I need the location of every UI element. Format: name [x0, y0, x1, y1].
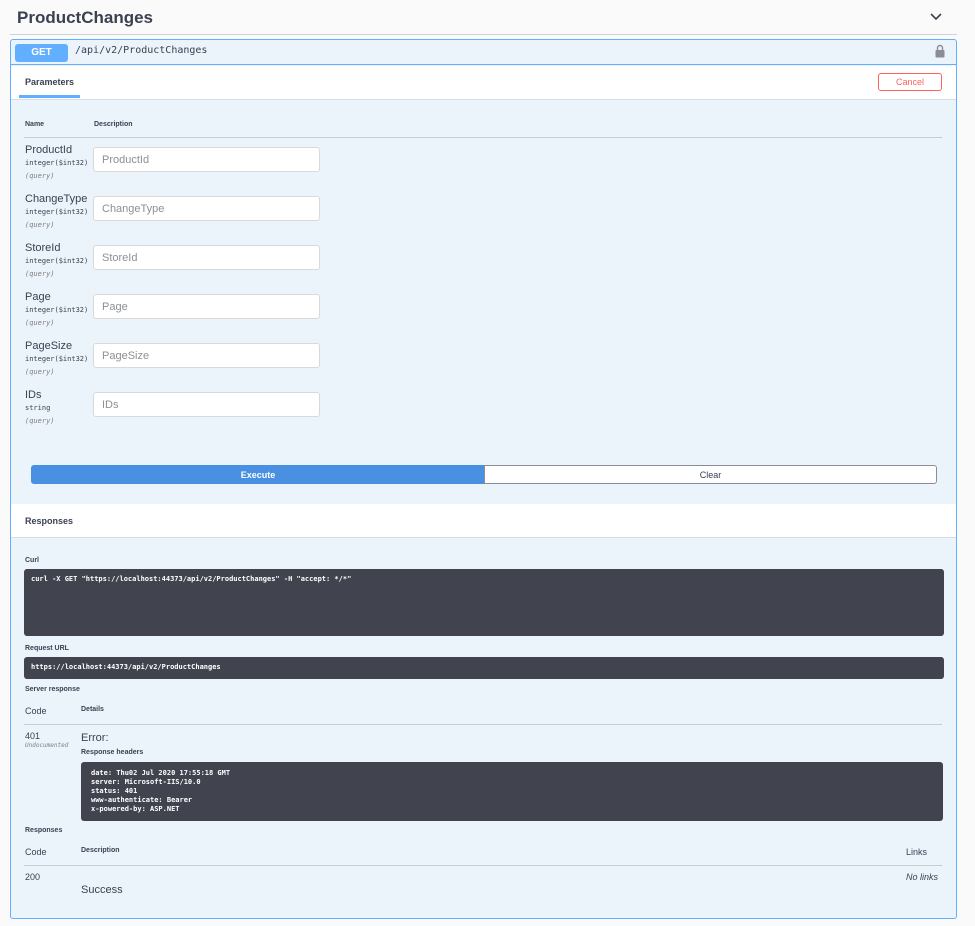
- cancel-button[interactable]: Cancel: [878, 73, 942, 91]
- column-header-name: Name: [25, 121, 45, 128]
- lock-icon[interactable]: [935, 44, 945, 58]
- documented-responses-label: Responses: [25, 827, 63, 834]
- column-header-code: Code: [25, 706, 47, 716]
- param-name: ProductId: [25, 144, 73, 156]
- server-response-label: Server response: [25, 686, 80, 693]
- execute-button[interactable]: Execute: [31, 465, 485, 484]
- tab-parameters[interactable]: Parameters: [25, 77, 74, 87]
- operation-summary[interactable]: GET /api/v2/ProductChanges: [11, 40, 956, 65]
- page-input[interactable]: [93, 294, 320, 319]
- tag-header[interactable]: ProductChanges: [10, 0, 957, 35]
- param-location: (query): [25, 270, 55, 278]
- column-header-details: Details: [81, 706, 104, 713]
- no-links-text: No links: [906, 872, 939, 882]
- curl-label: Curl: [25, 557, 39, 564]
- clear-button[interactable]: Clear: [484, 465, 937, 484]
- column-header-description: Description: [94, 121, 133, 128]
- column-header-description: Description: [81, 847, 120, 854]
- curl-code-block[interactable]: curl -X GET "https://localhost:44373/api…: [24, 569, 944, 636]
- column-header-links: Links: [906, 847, 928, 857]
- server-response-divider: [24, 724, 942, 725]
- param-location: (query): [25, 221, 55, 229]
- tag-title: ProductChanges: [17, 8, 154, 27]
- param-name: Page: [25, 291, 51, 303]
- ids-input[interactable]: [93, 392, 320, 417]
- undocumented-label: Undocumented: [25, 742, 69, 749]
- param-location: (query): [25, 172, 55, 180]
- productid-input[interactable]: [93, 147, 320, 172]
- request-url-block[interactable]: https://localhost:44373/api/v2/ProductCh…: [24, 657, 944, 679]
- responses-title: Responses: [25, 516, 74, 526]
- param-name: PageSize: [25, 340, 73, 352]
- param-type: integer($int32): [25, 159, 89, 167]
- param-name: IDs: [25, 389, 42, 401]
- operation-block: GET /api/v2/ProductChanges Parameters Ca…: [10, 39, 957, 919]
- param-type: integer($int32): [25, 257, 89, 265]
- chevron-down-icon[interactable]: [929, 10, 943, 24]
- column-header-code: Code: [25, 847, 47, 857]
- changetype-input[interactable]: [93, 196, 320, 221]
- documented-description: Success: [81, 884, 123, 896]
- parameters-header: Parameters Cancel: [11, 66, 956, 100]
- param-type: string: [25, 404, 51, 412]
- operation-path: /api/v2/ProductChanges: [75, 45, 208, 56]
- response-headers-block[interactable]: date: Thu02 Jul 2020 17:55:18 GMT server…: [81, 762, 943, 821]
- responses-header: Responses: [11, 504, 956, 538]
- execute-button-group: Execute Clear: [31, 465, 937, 484]
- pagesize-input[interactable]: [93, 343, 320, 368]
- param-name: ChangeType: [25, 193, 88, 205]
- documented-status-code: 200: [25, 872, 41, 882]
- request-url-label: Request URL: [25, 645, 69, 652]
- param-name: StoreId: [25, 242, 61, 254]
- param-location: (query): [25, 319, 55, 327]
- tab-active-indicator: [19, 95, 80, 98]
- param-type: integer($int32): [25, 306, 89, 314]
- storeid-input[interactable]: [93, 245, 320, 270]
- param-location: (query): [25, 368, 55, 376]
- param-type: integer($int32): [25, 208, 89, 216]
- documented-responses-divider: [24, 865, 942, 866]
- response-status-code: 401: [25, 731, 41, 741]
- method-badge: GET: [15, 44, 68, 62]
- error-text: Error:: [81, 732, 109, 744]
- param-type: integer($int32): [25, 355, 89, 363]
- param-location: (query): [25, 417, 55, 425]
- response-headers-label: Response headers: [81, 749, 144, 756]
- table-divider: [24, 137, 942, 138]
